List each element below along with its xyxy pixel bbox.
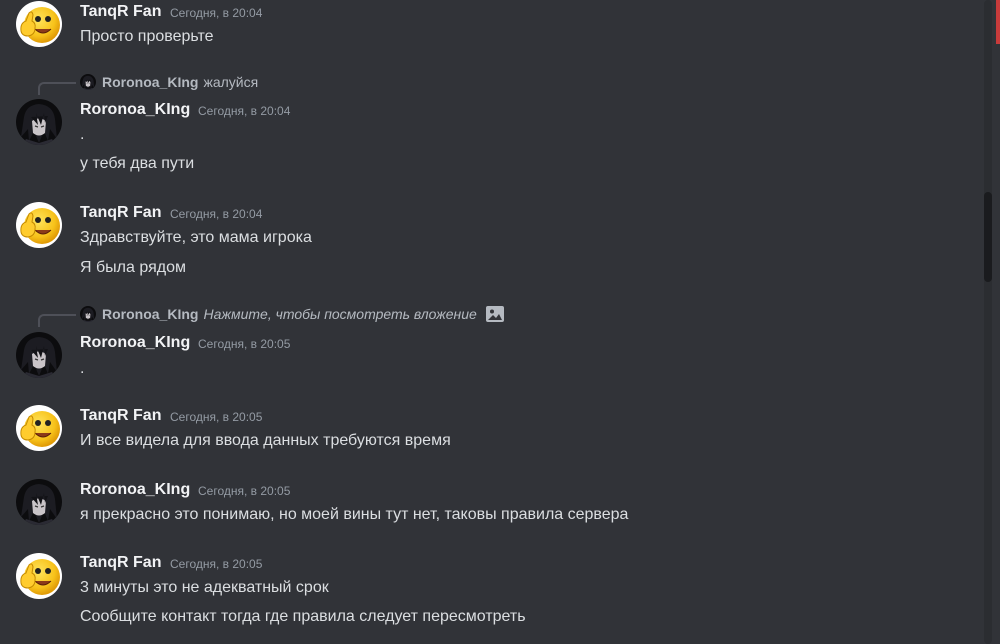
avatar[interactable]	[16, 405, 62, 451]
message: Roronoa_KIng жалуйся Roronoa_KIng Сегодн…	[0, 70, 980, 185]
message-text: Просто проверьте	[80, 28, 214, 45]
reply-author[interactable]: Roronoa_KIng	[102, 306, 198, 322]
message-text: И все видела для ввода данных требуются …	[80, 432, 451, 449]
avatar	[80, 74, 96, 90]
thumbs-up-emoji-avatar-icon	[16, 1, 62, 47]
timestamp[interactable]: Сегодня, в 20:05	[198, 337, 290, 351]
reply-text[interactable]: жалуйся	[203, 74, 258, 90]
message-list[interactable]: TanqR Fan Сегодня, в 20:04 Просто провер…	[0, 0, 990, 644]
message-text: .	[80, 360, 85, 377]
reply-author[interactable]: Roronoa_KIng	[102, 74, 198, 90]
avatar[interactable]	[16, 202, 62, 248]
timestamp[interactable]: Сегодня, в 20:04	[170, 6, 262, 20]
dark-anime-avatar-icon	[16, 332, 62, 378]
timestamp[interactable]: Сегодня, в 20:04	[170, 207, 262, 221]
reply-preview[interactable]: Roronoa_KIng жалуйся	[80, 72, 258, 92]
avatar	[80, 306, 96, 322]
author-name[interactable]: Roronoa_KIng	[80, 334, 190, 352]
scrollbar-thumb[interactable]	[984, 192, 992, 282]
message: TanqR Fan Сегодня, в 20:05 3 минуты это …	[0, 551, 980, 641]
message: TanqR Fan Сегодня, в 20:05 И все видела …	[0, 404, 980, 464]
message-text: 3 минуты это не адекватный срок	[80, 579, 329, 596]
message-text: Сообщите контакт тогда где правила следу…	[80, 608, 526, 625]
author-name[interactable]: TanqR Fan	[80, 204, 161, 222]
message-text: я прекрасно это понимаю, но моей вины ту…	[80, 506, 629, 523]
message: Roronoa_KIng Сегодня, в 20:05 я прекрасн…	[0, 478, 980, 538]
scrollbar-track[interactable]	[984, 0, 992, 644]
timestamp[interactable]: Сегодня, в 20:05	[170, 410, 262, 424]
reply-text[interactable]: Нажмите, чтобы посмотреть вложение	[203, 306, 476, 322]
avatar[interactable]	[16, 553, 62, 599]
avatar[interactable]	[16, 99, 62, 145]
timestamp[interactable]: Сегодня, в 20:05	[198, 484, 290, 498]
author-name[interactable]: Roronoa_KIng	[80, 101, 190, 119]
message-text: у тебя два пути	[80, 155, 195, 172]
reply-spine	[38, 82, 76, 95]
author-name[interactable]: TanqR Fan	[80, 3, 161, 21]
avatar[interactable]	[16, 1, 62, 47]
thumbs-up-emoji-avatar-icon	[16, 202, 62, 248]
timestamp[interactable]: Сегодня, в 20:05	[170, 557, 262, 571]
reply-spine	[38, 314, 76, 327]
message-text: Я была рядом	[80, 259, 186, 276]
message: TanqR Fan Сегодня, в 20:04 Просто провер…	[0, 0, 980, 60]
author-name[interactable]: TanqR Fan	[80, 407, 161, 425]
author-name[interactable]: TanqR Fan	[80, 554, 161, 572]
dark-anime-avatar-icon	[80, 306, 96, 322]
message-text: .	[80, 126, 85, 143]
thumbs-up-emoji-avatar-icon	[16, 405, 62, 451]
message: TanqR Fan Сегодня, в 20:04 Здравствуйте,…	[0, 200, 980, 285]
avatar[interactable]	[16, 479, 62, 525]
message-text: Здравствуйте, это мама игрока	[80, 229, 312, 246]
dark-anime-avatar-icon	[16, 99, 62, 145]
reply-preview[interactable]: Roronoa_KIng Нажмите, чтобы посмотреть в…	[80, 304, 505, 324]
dark-anime-avatar-icon	[80, 74, 96, 90]
message: Roronoa_KIng Нажмите, чтобы посмотреть в…	[0, 302, 980, 387]
image-icon	[485, 306, 504, 322]
dark-anime-avatar-icon	[16, 479, 62, 525]
avatar[interactable]	[16, 332, 62, 378]
timestamp[interactable]: Сегодня, в 20:04	[198, 104, 290, 118]
edge-indicator	[996, 0, 1000, 44]
thumbs-up-emoji-avatar-icon	[16, 553, 62, 599]
author-name[interactable]: Roronoa_KIng	[80, 481, 190, 499]
